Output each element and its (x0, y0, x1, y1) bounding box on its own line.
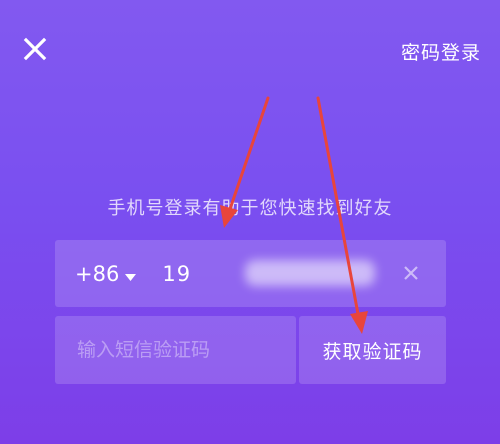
phone-input-row: +86 (55, 240, 446, 307)
close-button[interactable] (20, 34, 50, 64)
country-code-label: +86 (75, 261, 120, 286)
clear-icon (404, 266, 418, 280)
sms-code-row: 获取验证码 (55, 316, 446, 384)
country-code-selector[interactable]: +86 (75, 261, 137, 286)
login-hint-text: 手机号登录有助于您快速找到好友 (107, 198, 393, 219)
clear-phone-button[interactable] (400, 262, 422, 284)
get-code-button[interactable]: 获取验证码 (299, 316, 446, 384)
privacy-blur-mask (245, 260, 375, 286)
close-icon (23, 37, 47, 61)
caret-down-icon (125, 262, 137, 286)
sms-code-input[interactable] (75, 338, 279, 362)
password-login-link[interactable]: 密码登录 (401, 38, 481, 65)
sms-code-field (55, 316, 296, 384)
